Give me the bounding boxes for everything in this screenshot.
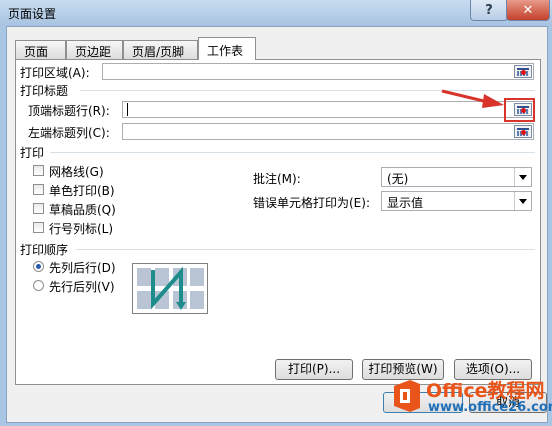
comments-label: 批注(M): [253,172,301,186]
left-cols-field[interactable] [122,123,534,140]
errors-value: 显示值 [387,196,424,210]
black-white-label: 单色打印(B) [49,184,115,198]
gridlines-checkbox[interactable] [33,165,44,176]
page-order-preview-icon [132,263,208,314]
print-area-collapse-icon[interactable] [514,65,532,78]
chevron-down-icon[interactable] [514,168,531,186]
print-area-field[interactable] [102,63,534,80]
black-white-checkbox[interactable] [33,184,44,195]
dialog-title: 页面设置 [8,7,57,21]
page-setup-dialog: 页面设置 ? ✕ 页面 页边距 页眉/页脚 工作表 打印区域(A): 打印标题 … [0,0,552,426]
watermark-url: www.office26.com [428,400,552,415]
top-rows-label: 顶端标题行(R): [28,104,110,118]
left-cols-label: 左端标题列(C): [28,126,110,140]
text-cursor [127,103,128,116]
chevron-down-icon[interactable] [514,192,531,210]
over-then-down-label: 先行后列(V) [49,280,115,294]
watermark-brand: Office教程网 [426,380,545,402]
sheet-panel: 打印区域(A): 打印标题 顶端标题行(R): 左端标题列(C): 打印 网格线… [15,59,541,385]
print-area-label: 打印区域(A): [20,66,90,80]
over-then-down-radio[interactable] [33,280,44,291]
comments-select[interactable]: (无) [381,167,532,187]
print-button[interactable]: 打印(P)... [275,359,353,380]
draft-quality-checkbox[interactable] [33,203,44,214]
close-button[interactable]: ✕ [506,0,550,21]
annotation-arrow-icon [441,89,504,108]
comments-value: (无) [387,172,409,186]
row-col-headings-label: 行号列标(L) [49,222,114,236]
dialog-body: 页面 页边距 页眉/页脚 工作表 打印区域(A): 打印标题 顶端标题行(R): [6,26,548,423]
group-divider [50,152,535,153]
print-titles-heading: 打印标题 [20,84,69,98]
errors-label: 错误单元格打印为(E): [253,196,370,210]
group-divider [76,249,535,250]
down-then-over-radio[interactable] [33,261,44,272]
tab-margins[interactable]: 页边距 [66,40,123,59]
tab-page[interactable]: 页面 [15,40,66,59]
help-button[interactable]: ? [470,0,508,21]
tab-sheet[interactable]: 工作表 [198,37,256,60]
page-order-heading: 打印顺序 [20,243,69,257]
office-logo-icon [394,380,420,412]
tab-header-footer[interactable]: 页眉/页脚 [123,40,198,59]
errors-select[interactable]: 显示值 [381,191,532,211]
gridlines-label: 网格线(G) [49,165,104,179]
down-then-over-label: 先列后行(D) [49,261,116,275]
print-heading: 打印 [20,146,45,160]
annotation-red-box [504,98,535,122]
title-bar: 页面设置 ? ✕ [0,0,552,26]
left-cols-collapse-icon[interactable] [514,125,532,138]
row-col-headings-checkbox[interactable] [33,222,44,233]
watermark: Office教程网 www.office26.com [376,372,552,426]
draft-quality-label: 草稿品质(Q) [49,203,116,217]
